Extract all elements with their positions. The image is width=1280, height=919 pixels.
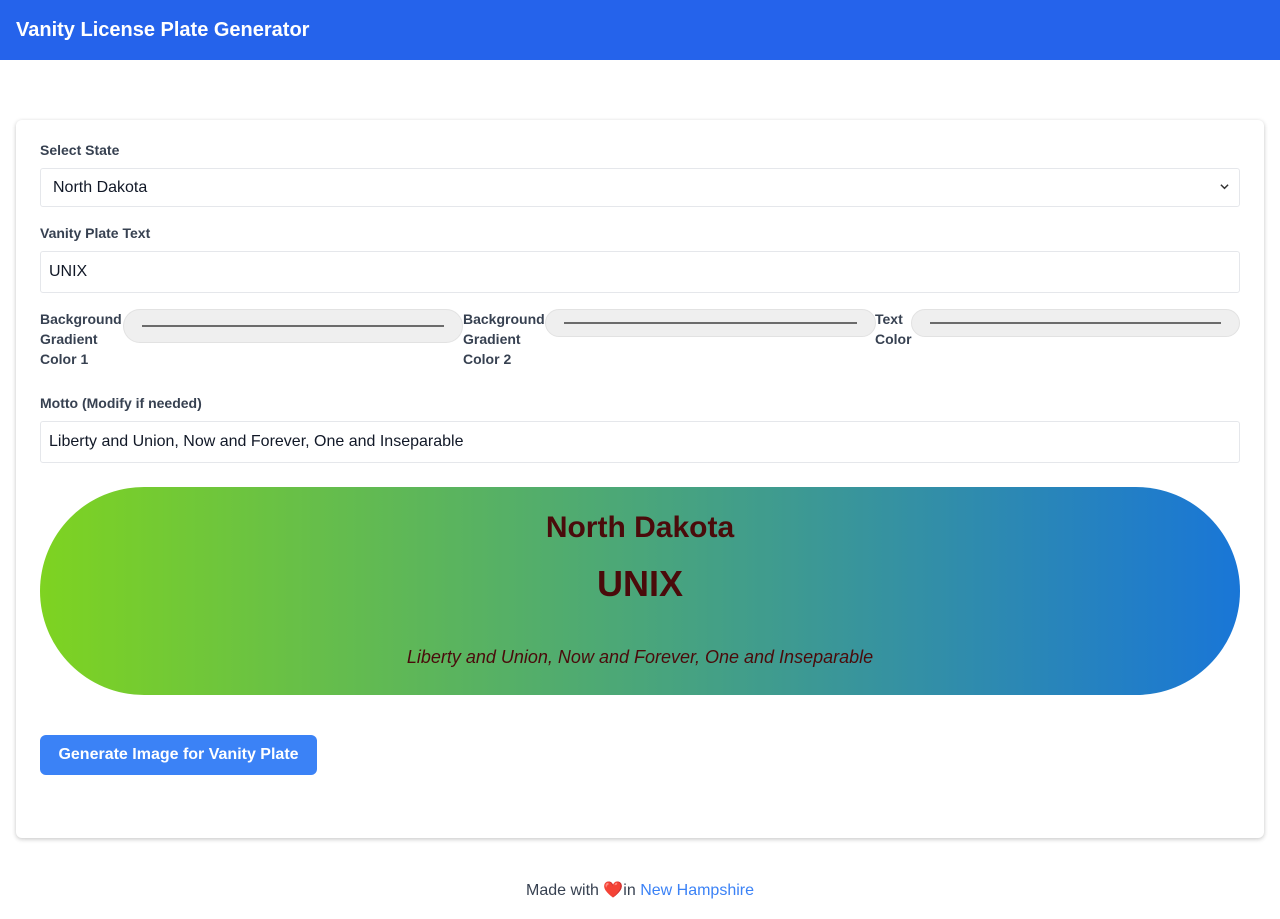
plate-text-input-value: UNIX xyxy=(49,263,88,280)
app-header: Vanity License Plate Generator xyxy=(0,0,1280,60)
footer: Made with ❤️in New Hampshire xyxy=(0,880,1280,900)
motto-label: Motto (Modify if needed) xyxy=(40,395,202,411)
plate-vanity-text: UNIX xyxy=(596,563,683,604)
app-title: Vanity License Plate Generator xyxy=(16,18,310,41)
text-color-label-line: Color xyxy=(875,331,912,347)
generator-card: Select State North Dakota Vanity Plate T… xyxy=(16,120,1264,838)
color2-label: Background Gradient Color 2 xyxy=(463,309,545,369)
motto-input[interactable]: Liberty and Union, Now and Forever, One … xyxy=(40,421,1240,463)
color1-label-line: Background xyxy=(40,311,122,327)
chevron-down-icon xyxy=(1220,184,1229,190)
plate-text-input[interactable]: UNIX xyxy=(40,251,1240,293)
generate-image-button[interactable]: Generate Image for Vanity Plate xyxy=(40,735,317,775)
color2-label-line: Gradient xyxy=(463,331,521,347)
plate-preview: North Dakota UNIX Liberty and Union, Now… xyxy=(40,487,1240,695)
color2-label-line: Background xyxy=(463,311,545,327)
color-swatch-bar xyxy=(564,322,857,324)
gradient-color-2-picker[interactable] xyxy=(545,309,876,337)
text-color-label-line: Text xyxy=(875,311,903,327)
plate-state-name: North Dakota xyxy=(545,511,735,544)
color1-label-line: Gradient xyxy=(40,331,98,347)
heart-icon: ❤️ xyxy=(603,882,624,899)
color1-label-line: Color 1 xyxy=(40,351,89,367)
new-hampshire-link[interactable]: New Hampshire xyxy=(640,882,754,899)
plate-motto: Liberty and Union, Now and Forever, One … xyxy=(406,647,874,667)
gradient-color-1-picker[interactable] xyxy=(123,309,463,343)
color2-label-line: Color 2 xyxy=(463,351,512,367)
text-color-label: Text Color xyxy=(875,309,912,349)
plate-text-label: Vanity Plate Text xyxy=(40,225,151,241)
state-label: Select State xyxy=(40,142,120,158)
state-select-value: North Dakota xyxy=(53,178,148,196)
footer-in: in xyxy=(623,882,636,899)
state-select[interactable]: North Dakota xyxy=(40,168,1240,207)
color-swatch-bar xyxy=(142,325,444,327)
color-swatch-bar xyxy=(930,322,1221,324)
color1-label: Background Gradient Color 1 xyxy=(40,309,122,369)
text-color-picker[interactable] xyxy=(911,309,1240,337)
footer-made-with: Made with xyxy=(525,882,599,899)
motto-input-value: Liberty and Union, Now and Forever, One … xyxy=(49,433,464,450)
